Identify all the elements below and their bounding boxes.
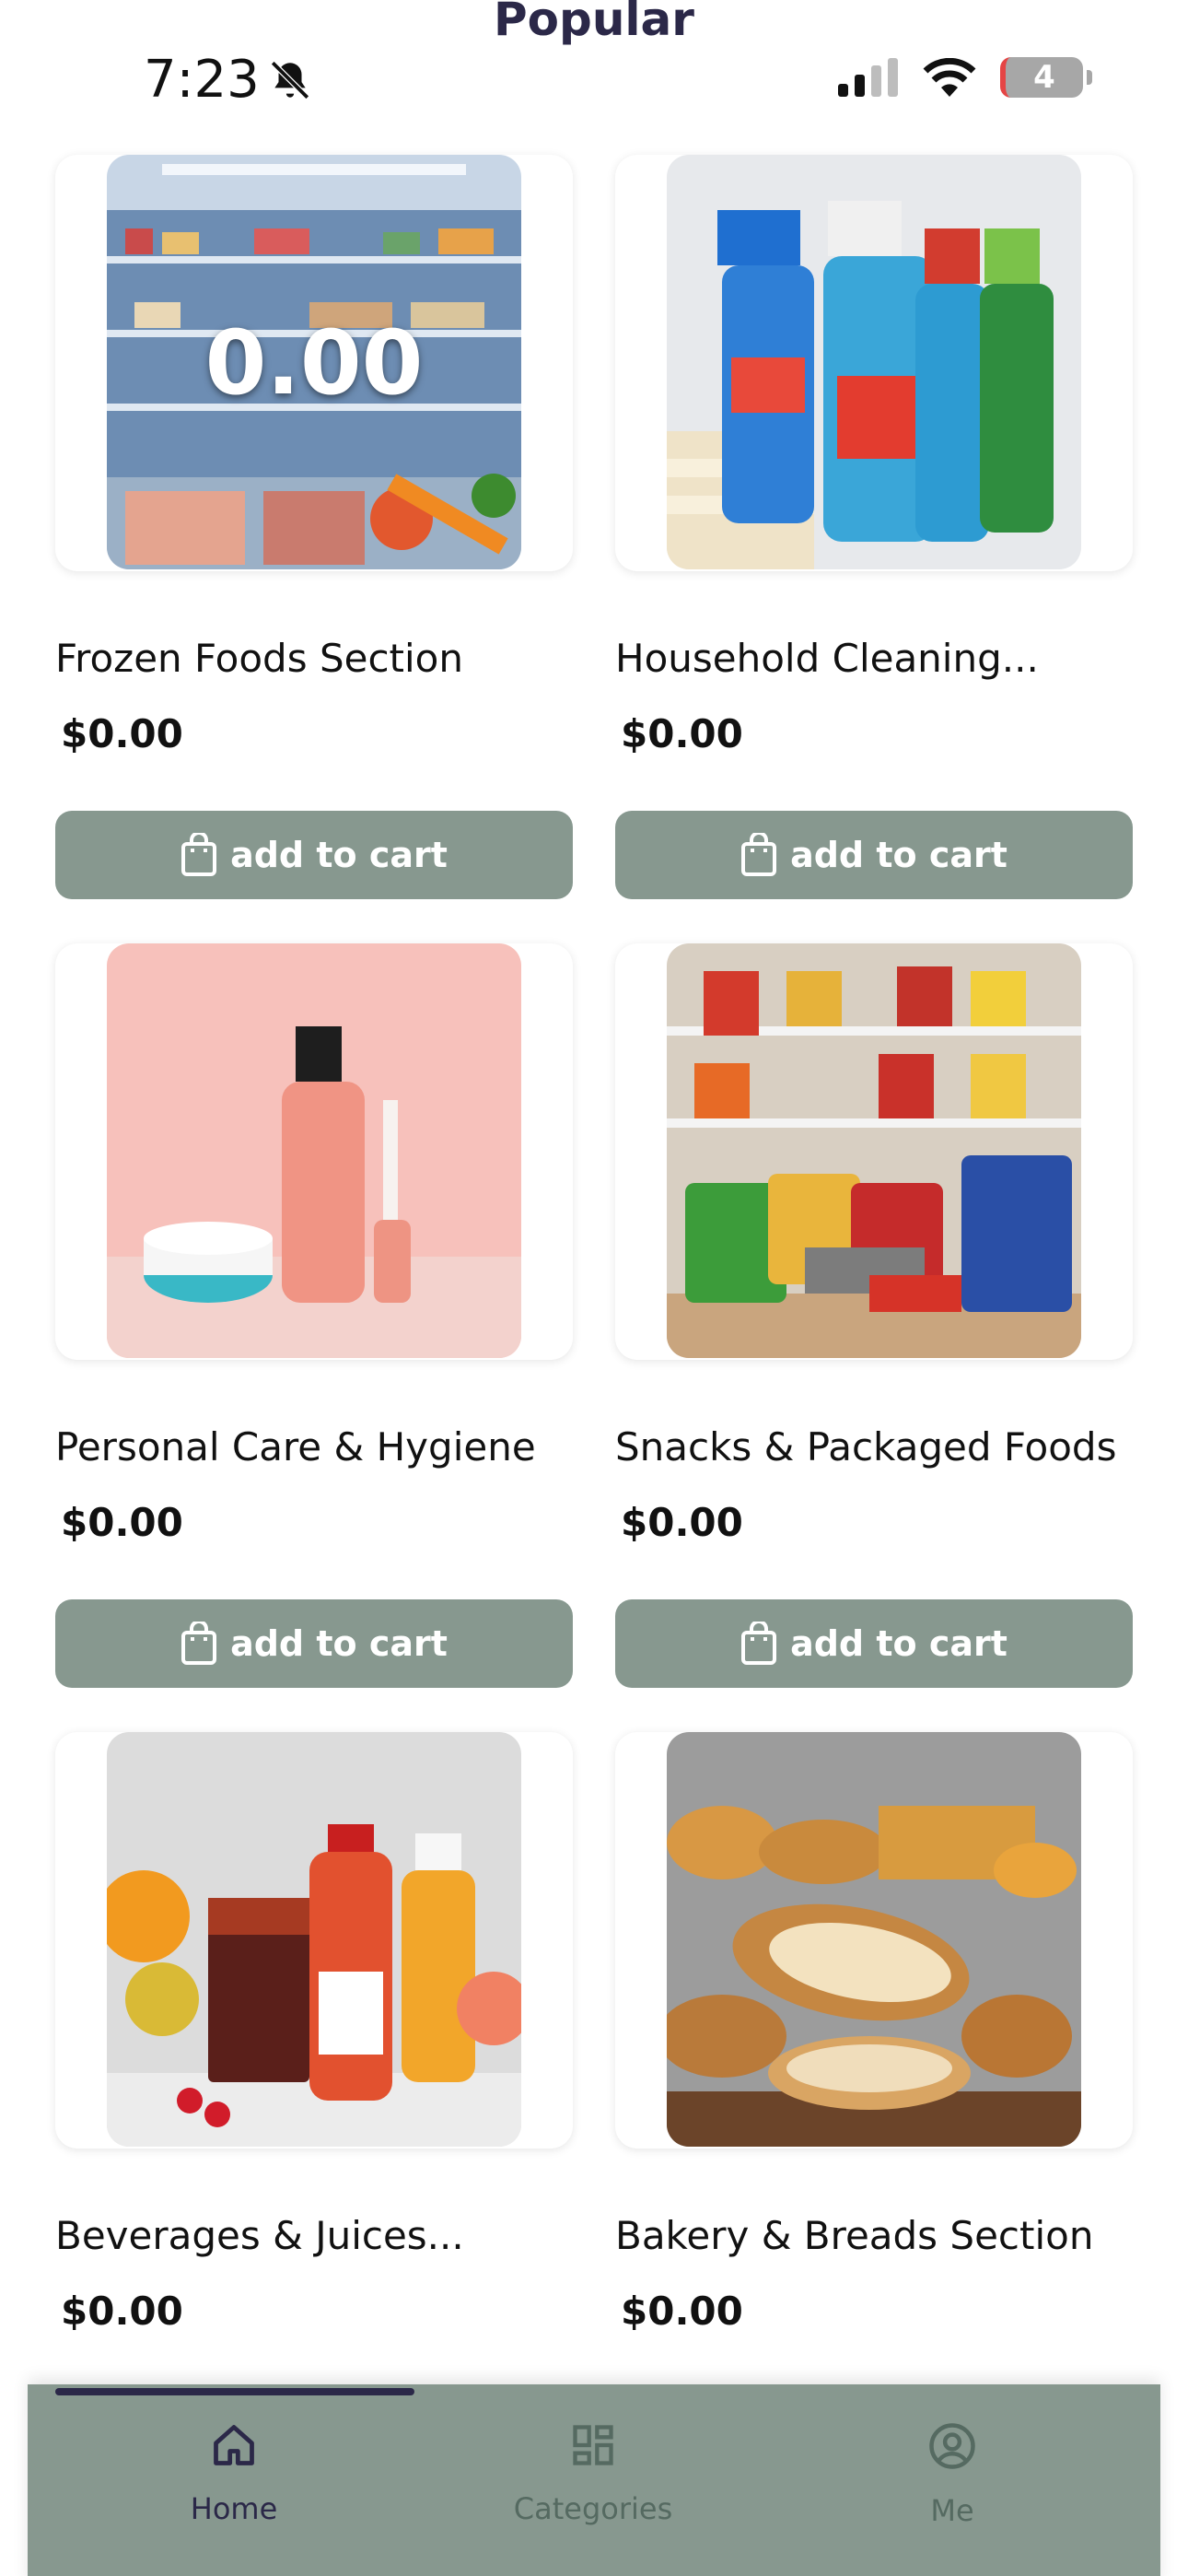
product-price: $0.00 (61, 1500, 183, 1545)
product-price: $0.00 (61, 711, 183, 756)
status-time: 7:23 (144, 50, 313, 110)
active-tab-indicator (55, 2388, 414, 2395)
product-price: $0.00 (61, 2289, 183, 2334)
shopping-bag-icon (181, 833, 217, 876)
product-card[interactable]: 0.00 Frozen Foods Section $0.00 add to c… (55, 155, 573, 899)
page-title: Popular (494, 0, 694, 46)
product-card[interactable]: Beverages & Juices... $0.00 (55, 1732, 573, 2334)
product-price: $0.00 (621, 1500, 743, 1545)
nav-item-home[interactable]: Home (96, 2421, 372, 2526)
wifi-icon (923, 58, 976, 97)
product-name: Bakery & Breads Section (615, 2213, 1094, 2258)
product-image-frame[interactable] (615, 155, 1133, 571)
product-image-frame[interactable] (55, 1732, 573, 2149)
product-price: $0.00 (621, 2289, 743, 2334)
shopping-bag-icon (181, 1622, 217, 1665)
product-card[interactable]: Snacks & Packaged Foods $0.00 add to car… (615, 943, 1133, 1688)
shopping-bag-icon (741, 1622, 777, 1665)
product-image-frozen-foods: 0.00 (107, 155, 521, 569)
product-image-snacks (667, 943, 1081, 1358)
product-name: Beverages & Juices... (55, 2213, 464, 2258)
shopping-bag-icon (741, 833, 777, 876)
product-name: Household Cleaning... (615, 636, 1039, 681)
product-image-frame[interactable] (615, 1732, 1133, 2149)
image-overlay-text: 0.00 (204, 311, 424, 415)
nav-label-me: Me (930, 2493, 974, 2528)
bottom-nav: Home Categories Me (28, 2384, 1160, 2576)
status-icons: 4 (838, 57, 1092, 98)
product-card[interactable]: Bakery & Breads Section $0.00 (615, 1732, 1133, 2334)
grid-icon (573, 2425, 613, 2465)
add-to-cart-button[interactable]: add to cart (615, 1599, 1133, 1688)
home-icon (214, 2425, 254, 2465)
product-name: Personal Care & Hygiene (55, 1424, 536, 1469)
product-name: Snacks & Packaged Foods (615, 1424, 1117, 1469)
add-to-cart-button[interactable]: add to cart (55, 811, 573, 899)
product-image-beverages (107, 1732, 521, 2147)
nav-item-categories[interactable]: Categories (455, 2421, 731, 2526)
add-to-cart-label: add to cart (790, 835, 1007, 875)
add-to-cart-label: add to cart (790, 1623, 1007, 1664)
product-image-frame[interactable]: 0.00 (55, 155, 573, 571)
add-to-cart-button[interactable]: add to cart (55, 1599, 573, 1688)
signal-icon (838, 58, 898, 97)
add-to-cart-button[interactable]: add to cart (615, 811, 1133, 899)
user-circle-icon (929, 2423, 975, 2469)
product-card[interactable]: Household Cleaning... $0.00 add to cart (615, 155, 1133, 899)
bell-muted-icon (270, 60, 309, 100)
battery-indicator: 4 (1000, 57, 1092, 98)
product-image-personal-care (107, 943, 521, 1358)
product-image-frame[interactable] (615, 943, 1133, 1360)
product-image-frame[interactable] (55, 943, 573, 1360)
product-card[interactable]: Personal Care & Hygiene $0.00 add to car… (55, 943, 573, 1688)
add-to-cart-label: add to cart (230, 835, 448, 875)
product-name: Frozen Foods Section (55, 636, 463, 681)
product-price: $0.00 (621, 711, 743, 756)
nav-label-categories: Categories (513, 2491, 673, 2526)
nav-label-home: Home (190, 2491, 278, 2526)
product-image-household-cleaning (667, 155, 1081, 569)
nav-item-me[interactable]: Me (814, 2421, 1090, 2528)
add-to-cart-label: add to cart (230, 1623, 448, 1664)
product-image-bakery (667, 1732, 1081, 2147)
